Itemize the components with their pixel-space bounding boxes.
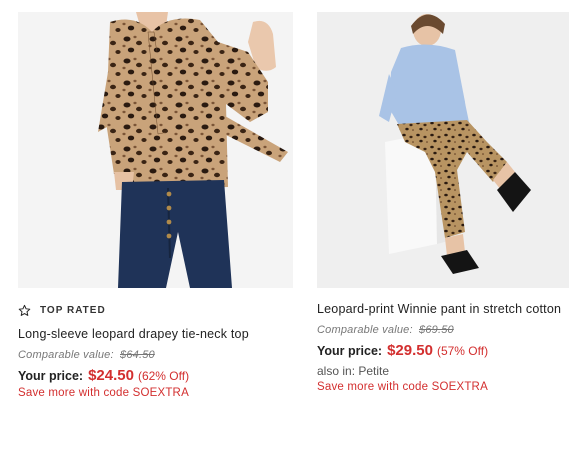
product-card-2[interactable]: Leopard-print Winnie pant in stretch cot…: [317, 12, 569, 393]
comparable-value: Comparable value: $64.50: [18, 349, 293, 361]
product-image-leopard-pant[interactable]: [317, 12, 569, 288]
product-title[interactable]: Leopard-print Winnie pant in stretch cot…: [317, 300, 562, 318]
sale-price: $29.50: [387, 342, 433, 359]
top-rated-badge: TOP RATED: [18, 303, 293, 317]
price-row: Your price: $24.50 (62% Off): [18, 367, 293, 384]
price-label: Your price:: [18, 369, 84, 383]
product-photo-leopard-top: [18, 12, 293, 288]
price-label: Your price:: [317, 344, 383, 358]
sale-price: $24.50: [88, 367, 134, 384]
discount-percent: (62% Off): [137, 369, 190, 383]
badge-label: TOP RATED: [40, 304, 106, 316]
product-image-leopard-top[interactable]: [18, 12, 293, 288]
promo-code-text: Save more with code SOEXTRA: [18, 387, 189, 399]
comparable-label: Comparable value:: [317, 324, 413, 336]
promo-code-text: Save more with code SOEXTRA: [317, 381, 488, 393]
also-in-sizes-link[interactable]: also in: Petite: [317, 364, 569, 378]
comparable-value: Comparable value: $69.50: [317, 324, 569, 336]
comparable-price: $69.50: [419, 324, 454, 336]
discount-percent: (57% Off): [436, 344, 489, 358]
product-photo-leopard-pant: [317, 12, 569, 288]
star-icon: [18, 304, 31, 316]
comparable-price: $64.50: [120, 349, 155, 361]
product-card-1[interactable]: TOP RATED Long-sleeve leopard drapey tie…: [18, 12, 293, 399]
comparable-label: Comparable value:: [18, 349, 114, 361]
product-title[interactable]: Long-sleeve leopard drapey tie-neck top: [18, 325, 293, 343]
price-row: Your price: $29.50 (57% Off): [317, 342, 569, 359]
